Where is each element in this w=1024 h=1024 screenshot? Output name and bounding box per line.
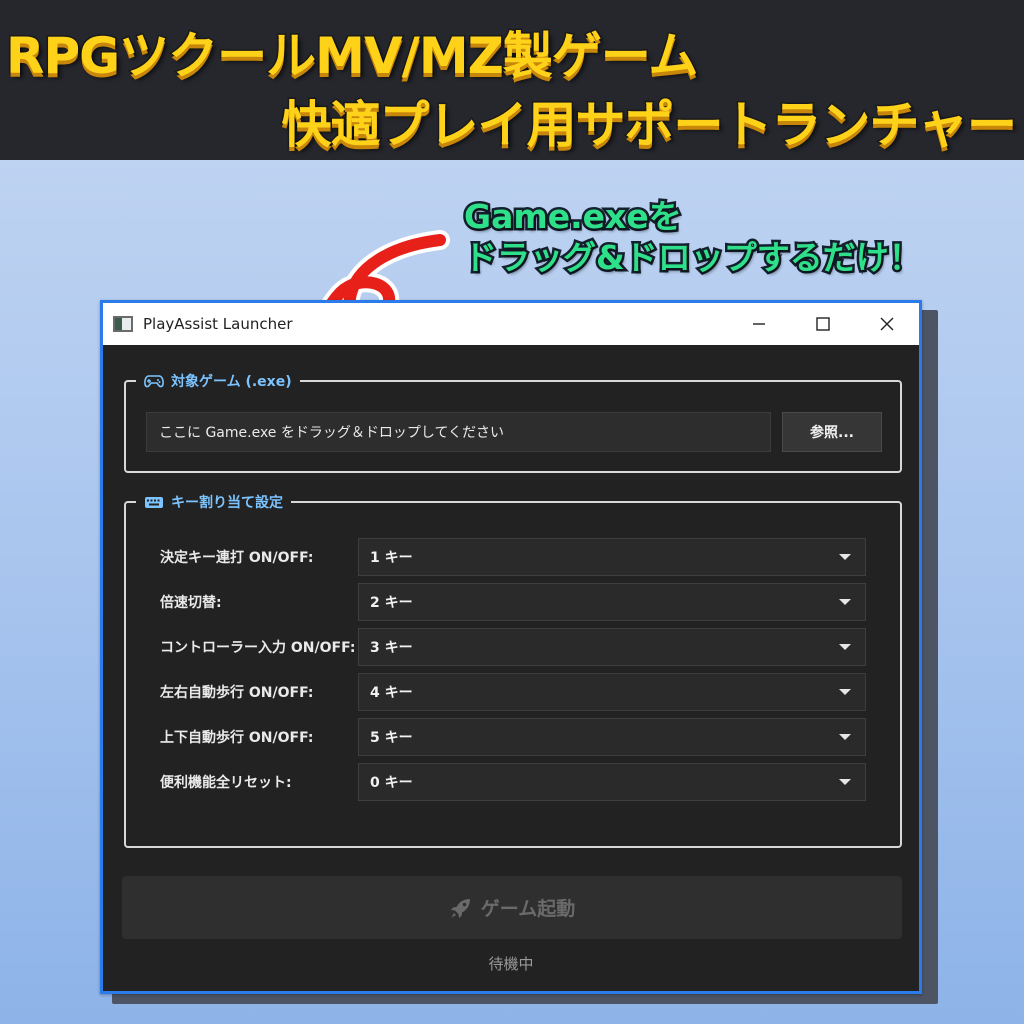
target-game-legend: 対象ゲーム (.exe) xyxy=(136,370,300,392)
chevron-down-icon xyxy=(839,779,851,785)
callout-line-1: Game.exeを xyxy=(462,195,685,238)
maximize-button[interactable] xyxy=(791,303,855,345)
game-path-drop-input[interactable]: ここに Game.exe をドラッグ＆ドロップしてください xyxy=(146,412,771,452)
key-select-controller[interactable]: 3 キー xyxy=(358,628,866,666)
chevron-down-icon xyxy=(839,689,851,695)
key-select-auto-walk-horizontal[interactable]: 4 キー xyxy=(358,673,866,711)
key-row-label: 左右自動歩行 ON/OFF: xyxy=(160,685,314,701)
title-bar[interactable]: PlayAssist Launcher xyxy=(103,303,919,345)
close-icon xyxy=(880,317,894,331)
key-row-auto-walk-horizontal: 左右自動歩行 ON/OFF: 4 キー xyxy=(126,673,900,711)
key-row-label: 上下自動歩行 ON/OFF: xyxy=(160,730,314,746)
key-select-value: 0 キー xyxy=(370,775,413,791)
keyboard-icon xyxy=(145,497,163,508)
key-select-speed[interactable]: 2 キー xyxy=(358,583,866,621)
maximize-icon xyxy=(816,317,830,331)
rocket-icon xyxy=(450,898,470,918)
key-row-reset-all: 便利機能全リセット: 0 キー xyxy=(126,763,900,801)
target-game-group: 対象ゲーム (.exe) ここに Game.exe をドラッグ＆ドロップしてくだ… xyxy=(124,370,902,473)
key-select-value: 4 キー xyxy=(370,685,413,701)
key-select-reset-all[interactable]: 0 キー xyxy=(358,763,866,801)
close-button[interactable] xyxy=(855,303,919,345)
key-row-label: コントローラー入力 ON/OFF: xyxy=(160,640,356,656)
browse-button[interactable]: 参照... xyxy=(782,412,882,452)
key-select-value: 1 キー xyxy=(370,550,413,566)
gamepad-icon xyxy=(144,375,164,388)
chevron-down-icon xyxy=(839,644,851,650)
launcher-window: PlayAssist Launcher 対象ゲーム (.exe) ここに Gam… xyxy=(100,300,922,994)
app-icon xyxy=(113,316,133,332)
status-text: 待機中 xyxy=(488,955,534,973)
banner-title-line-1: RPGツクールMV/MZ製ゲーム xyxy=(4,26,699,87)
minimize-icon xyxy=(753,323,765,325)
key-select-value: 2 キー xyxy=(370,595,413,611)
key-row-label: 決定キー連打 ON/OFF: xyxy=(160,550,314,566)
key-select-value: 3 キー xyxy=(370,640,413,656)
promo-banner: RPGツクールMV/MZ製ゲーム 快適プレイ用サポートランチャー xyxy=(0,0,1024,160)
key-row-label: 便利機能全リセット: xyxy=(160,775,292,791)
chevron-down-icon xyxy=(839,554,851,560)
minimize-button[interactable] xyxy=(727,303,791,345)
key-row-rapid-fire: 決定キー連打 ON/OFF: 1 キー xyxy=(126,538,900,576)
banner-title-line-2: 快適プレイ用サポートランチャー xyxy=(280,95,1018,156)
key-select-value: 5 キー xyxy=(370,730,413,746)
key-row-label: 倍速切替: xyxy=(160,595,222,611)
chevron-down-icon xyxy=(839,734,851,740)
key-assignment-legend-label: キー割り当て設定 xyxy=(171,495,283,511)
chevron-down-icon xyxy=(839,599,851,605)
callout-line-2: ドラッグ&ドロップするだけ！ xyxy=(462,236,925,279)
key-select-rapid-fire[interactable]: 1 キー xyxy=(358,538,866,576)
launch-game-button[interactable]: ゲーム起動 xyxy=(122,876,902,939)
launch-game-label: ゲーム起動 xyxy=(480,898,576,920)
window-title: PlayAssist Launcher xyxy=(143,315,293,333)
key-assignment-group: キー割り当て設定 決定キー連打 ON/OFF: 1 キー 倍速切替: 2 キー … xyxy=(124,491,902,848)
key-select-auto-walk-vertical[interactable]: 5 キー xyxy=(358,718,866,756)
target-game-legend-label: 対象ゲーム (.exe) xyxy=(171,374,292,390)
key-row-controller: コントローラー入力 ON/OFF: 3 キー xyxy=(126,628,900,666)
key-row-speed: 倍速切替: 2 キー xyxy=(126,583,900,621)
key-row-auto-walk-vertical: 上下自動歩行 ON/OFF: 5 キー xyxy=(126,718,900,756)
key-assignment-legend: キー割り当て設定 xyxy=(136,491,291,513)
